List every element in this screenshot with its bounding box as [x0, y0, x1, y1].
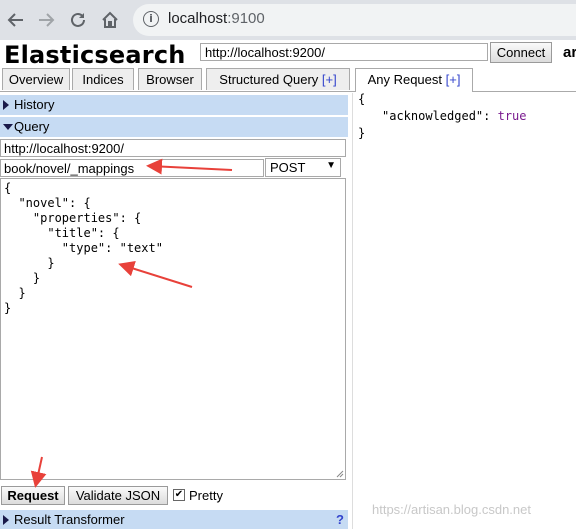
response-open-brace: {	[358, 92, 366, 106]
request-button[interactable]: Request	[1, 486, 65, 505]
cluster-url-input[interactable]	[200, 43, 488, 61]
collapse-triangle-icon	[3, 124, 13, 130]
result-transformer-label: Result Transformer	[14, 512, 125, 527]
expand-triangle-icon	[3, 100, 9, 110]
tab-structured-query[interactable]: Structured Query [+]	[206, 68, 350, 90]
home-icon[interactable]	[99, 9, 121, 31]
tab-indices[interactable]: Indices	[72, 68, 134, 90]
history-label: History	[14, 97, 55, 112]
request-body-textarea[interactable]: { "novel": { "properties": { "title": { …	[0, 178, 346, 480]
connect-button[interactable]: Connect	[490, 42, 552, 63]
expand-triangle-icon	[3, 515, 9, 525]
tab-bar: Overview Indices Browser Structured Quer…	[0, 68, 576, 92]
dropdown-caret-icon: ▼	[326, 160, 336, 171]
tab-any-request[interactable]: Any Request [+]	[355, 68, 473, 92]
info-icon[interactable]: i	[143, 11, 159, 27]
response-close-brace: }	[358, 126, 366, 140]
pretty-label: Pretty	[189, 488, 223, 503]
resize-grip-icon[interactable]	[334, 468, 344, 478]
tab-browser[interactable]: Browser	[138, 68, 202, 90]
response-output: { "acknowledged": true }	[358, 91, 527, 142]
help-icon[interactable]: ?	[336, 510, 344, 530]
path-input[interactable]	[0, 159, 264, 177]
query-section[interactable]: Query	[0, 117, 348, 138]
result-transformer-section[interactable]: Result Transformer ?	[0, 510, 348, 530]
cluster-name: ar	[563, 44, 576, 61]
browser-toolbar: i localhost:9100	[0, 0, 576, 40]
panel-divider	[352, 93, 353, 529]
app-title: Elasticsearch	[4, 41, 186, 69]
method-select[interactable]: POST ▼	[265, 158, 341, 177]
back-icon[interactable]	[5, 9, 27, 31]
forward-icon[interactable]	[35, 9, 57, 31]
response-key: "acknowledged":	[382, 109, 498, 123]
address-bar[interactable]: i localhost:9100	[133, 4, 576, 36]
validate-json-button[interactable]: Validate JSON	[68, 486, 168, 505]
pretty-checkbox[interactable]: ✔	[173, 489, 185, 501]
address-url: localhost:9100	[168, 10, 265, 27]
base-url-input[interactable]	[0, 139, 346, 157]
reload-icon[interactable]	[67, 9, 89, 31]
response-value: true	[497, 109, 527, 123]
query-label: Query	[14, 119, 50, 134]
history-section[interactable]: History	[0, 95, 348, 116]
watermark: https://artisan.blog.csdn.net	[372, 502, 531, 517]
request-body-text: { "novel": { "properties": { "title": { …	[4, 181, 163, 315]
tab-overview[interactable]: Overview	[2, 68, 70, 90]
